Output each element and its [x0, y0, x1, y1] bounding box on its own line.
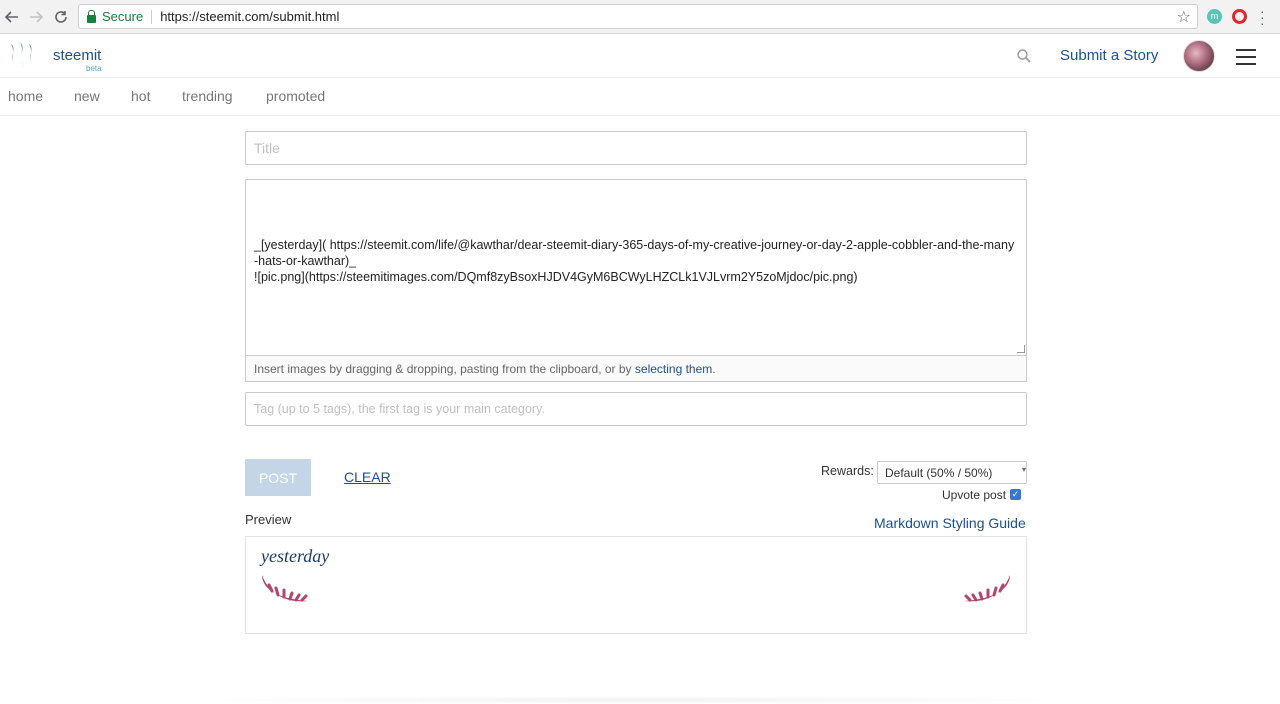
preview-heading: Preview: [245, 512, 292, 527]
post-button[interactable]: POST: [245, 459, 311, 496]
extension-m-icon[interactable]: m: [1207, 9, 1222, 24]
tags-input[interactable]: [245, 392, 1027, 426]
drop-hint-period: .: [712, 362, 716, 376]
page-bottom-shadow: [170, 696, 1100, 704]
image-upload-hint: Insert images by dragging & dropping, pa…: [245, 356, 1027, 382]
submit-story-link[interactable]: Submit a Story: [1060, 47, 1158, 64]
textarea-resize-handle[interactable]: [1017, 345, 1025, 353]
lock-icon: [87, 9, 96, 23]
drop-hint-text: Insert images by dragging & dropping, pa…: [254, 362, 635, 376]
address-separator: [151, 9, 153, 24]
opera-extension-icon[interactable]: [1232, 9, 1247, 24]
nav-hot[interactable]: hot: [131, 88, 150, 104]
upvote-post-label: Upvote post: [942, 488, 1007, 502]
upvote-post-checkbox[interactable]: ✓: [1010, 489, 1021, 500]
nav-trending[interactable]: trending: [182, 88, 233, 104]
user-avatar[interactable]: [1183, 40, 1215, 72]
address-bar[interactable]: Secure https://steemit.com/submit.html ☆: [78, 4, 1198, 29]
site-header: steemit beta Submit a Story: [0, 34, 1280, 78]
reload-icon[interactable]: [51, 7, 71, 27]
flourish-left-image: [262, 575, 308, 602]
browser-toolbar: Secure https://steemit.com/submit.html ☆…: [0, 0, 1280, 34]
beta-label: beta: [86, 64, 102, 73]
forward-arrow-icon[interactable]: [26, 7, 46, 27]
browser-menu-icon[interactable]: · · ·: [1260, 4, 1265, 30]
search-icon[interactable]: [1016, 48, 1032, 64]
rewards-selected-value: Default (50% / 50%): [885, 466, 993, 480]
clear-button[interactable]: CLEAR: [344, 469, 391, 485]
rewards-label: Rewards:: [821, 464, 874, 478]
select-images-link[interactable]: selecting them: [635, 362, 712, 376]
brand-name[interactable]: steemit: [53, 47, 101, 64]
preview-yesterday-link[interactable]: yesterday: [261, 546, 329, 567]
rewards-select[interactable]: Default (50% / 50%): [877, 461, 1027, 484]
title-input[interactable]: [245, 131, 1027, 165]
back-arrow-icon[interactable]: [2, 7, 22, 27]
nav-promoted[interactable]: promoted: [266, 88, 325, 104]
bookmark-star-icon[interactable]: ☆: [1177, 7, 1191, 27]
category-nav: home new hot trending promoted: [0, 78, 1280, 116]
secure-label: Secure: [102, 9, 144, 24]
preview-panel: yesterday: [245, 536, 1027, 634]
markdown-guide-link[interactable]: Markdown Styling Guide: [874, 515, 1026, 531]
flourish-right-image: [964, 575, 1010, 602]
nav-new[interactable]: new: [74, 88, 100, 104]
hamburger-menu-icon[interactable]: [1236, 49, 1256, 65]
steemit-logo-icon[interactable]: [8, 40, 40, 70]
url-text[interactable]: https://steemit.com/submit.html: [160, 9, 339, 24]
body-textarea[interactable]: _[yesterday]( https://steemit.com/life/@…: [245, 179, 1027, 356]
nav-home[interactable]: home: [8, 88, 43, 104]
